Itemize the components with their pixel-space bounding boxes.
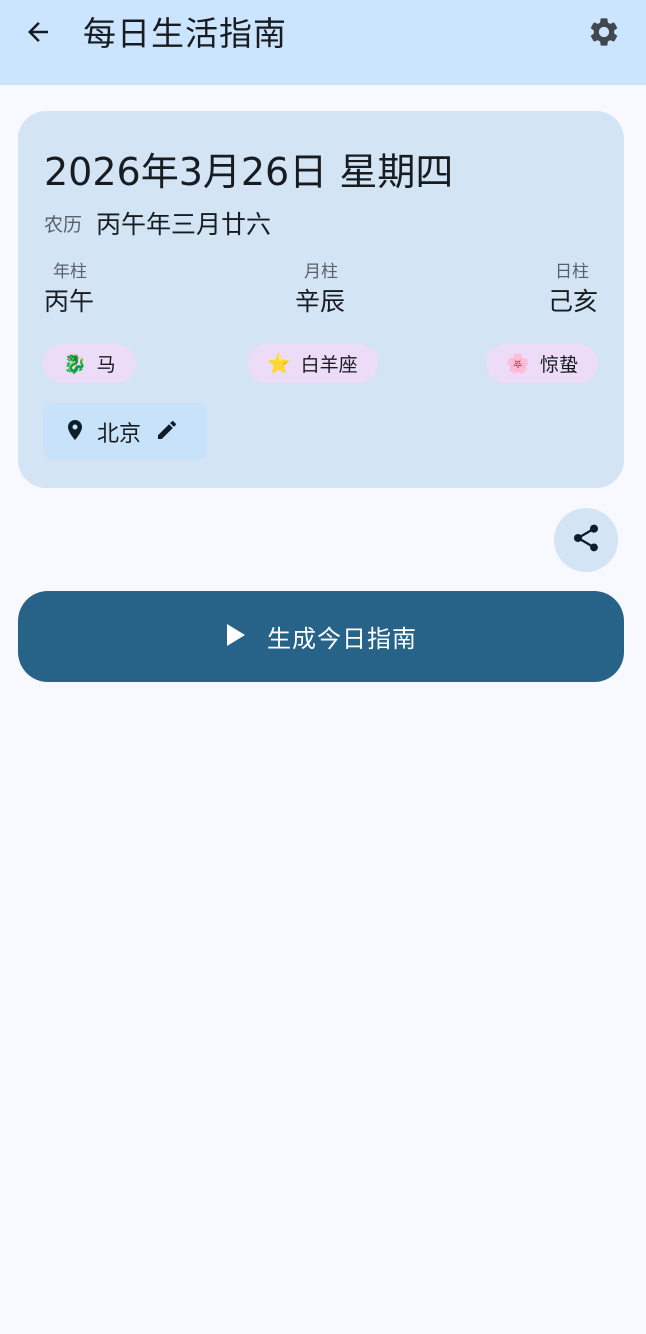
- blossom-icon: 🌸: [506, 353, 530, 375]
- chip-label: 惊蛰: [539, 354, 578, 376]
- chip-label: 马: [96, 354, 116, 376]
- lunar-date: 丙午年三月廿六: [96, 210, 272, 239]
- generate-guide-button[interactable]: 生成今日指南: [18, 591, 624, 682]
- settings-button[interactable]: [580, 10, 628, 58]
- pillar-value: 丙午: [44, 287, 95, 316]
- play-icon: [225, 623, 247, 651]
- chip-label: 白羊座: [300, 354, 358, 376]
- share-button[interactable]: [554, 508, 618, 572]
- generate-button-label: 生成今日指南: [267, 625, 417, 653]
- day-pillar: 日柱 己亥: [546, 260, 598, 320]
- location-pin-icon: [63, 417, 87, 447]
- solar-term-chip[interactable]: 🌸 惊蛰: [486, 344, 598, 383]
- year-pillar: 年柱 丙午: [44, 260, 96, 320]
- pillar-value: 辛辰: [295, 287, 346, 316]
- pillar-value: 己亥: [547, 287, 598, 316]
- pillar-label: 年柱: [53, 262, 87, 282]
- dragon-icon: 🐉: [63, 353, 87, 375]
- pencil-edit-icon: [155, 418, 179, 446]
- lunar-label: 农历: [44, 214, 83, 236]
- location-city: 北京: [97, 421, 142, 447]
- month-pillar: 月柱 辛辰: [295, 260, 347, 320]
- share-icon: [570, 522, 602, 558]
- location-button[interactable]: 北京: [43, 403, 207, 460]
- back-button[interactable]: [14, 10, 62, 58]
- pillar-label: 月柱: [304, 262, 338, 282]
- star-icon: ⭐: [267, 353, 291, 375]
- constellation-chip[interactable]: ⭐ 白羊座: [247, 344, 378, 383]
- zodiac-chip[interactable]: 🐉 马: [43, 344, 136, 383]
- page-title: 每日生活指南: [83, 14, 287, 53]
- arrow-back-icon: [23, 17, 53, 51]
- date-card: 2026年3月26日 星期四 农历 丙午年三月廿六 年柱 丙午 月柱 辛辰 日柱…: [18, 111, 624, 488]
- app-bar: 每日生活指南: [0, 0, 646, 85]
- pillar-label: 日柱: [555, 262, 589, 282]
- gear-icon: [587, 15, 621, 53]
- date-heading: 2026年3月26日 星期四: [44, 150, 454, 194]
